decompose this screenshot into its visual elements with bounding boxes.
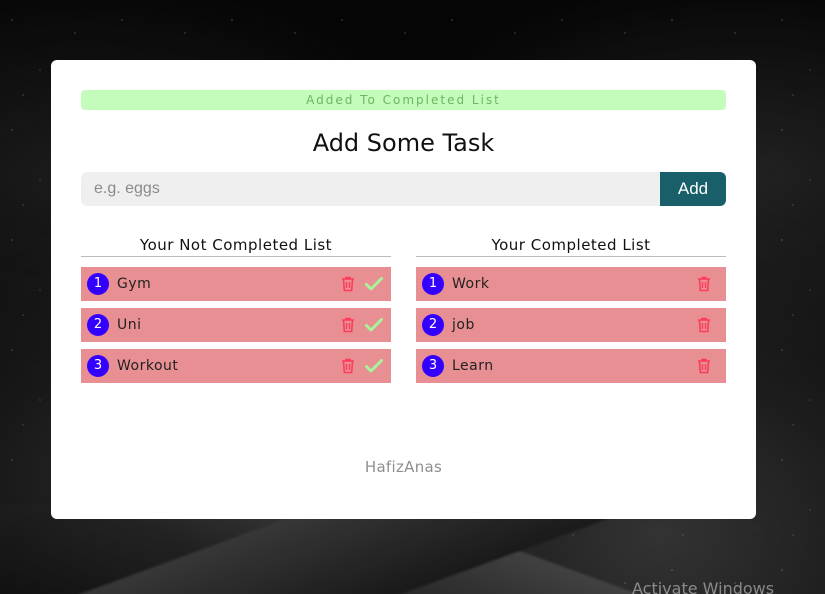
check-icon[interactable] xyxy=(363,355,385,377)
list-item: 1 Work xyxy=(416,267,726,301)
item-number-badge: 1 xyxy=(87,273,109,295)
check-icon[interactable] xyxy=(363,273,385,295)
item-label: Work xyxy=(452,276,490,292)
completed-list: Your Completed List 1 Work 2 job 3 Learn xyxy=(416,234,726,390)
add-task-form: Add xyxy=(81,172,726,206)
add-button[interactable]: Add xyxy=(660,172,726,206)
item-number-badge: 1 xyxy=(422,273,444,295)
check-icon[interactable] xyxy=(363,314,385,336)
page-title: Add Some Task xyxy=(312,129,495,157)
list-item: 3 Workout xyxy=(81,349,391,383)
item-number-badge: 2 xyxy=(422,314,444,336)
item-label: Uni xyxy=(117,317,142,333)
list-item: 3 Learn xyxy=(416,349,726,383)
completed-title: Your Completed List xyxy=(416,234,726,257)
trash-icon[interactable] xyxy=(693,355,715,377)
status-alert: Added To Completed List xyxy=(81,90,726,110)
task-input[interactable] xyxy=(81,172,660,206)
trash-icon[interactable] xyxy=(337,355,359,377)
lists-container: Your Not Completed List 1 Gym 2 Uni 3 Wo… xyxy=(81,234,726,390)
item-number-badge: 3 xyxy=(87,355,109,377)
list-item: 2 Uni xyxy=(81,308,391,342)
item-label: job xyxy=(452,317,475,333)
list-item: 1 Gym xyxy=(81,267,391,301)
item-label: Workout xyxy=(117,358,179,374)
todo-card: Added To Completed List Add Some Task Ad… xyxy=(51,60,756,519)
activate-windows-watermark: Activate Windows xyxy=(632,579,775,594)
trash-icon[interactable] xyxy=(337,273,359,295)
item-label: Gym xyxy=(117,276,152,292)
item-number-badge: 2 xyxy=(87,314,109,336)
not-completed-list: Your Not Completed List 1 Gym 2 Uni 3 Wo… xyxy=(81,234,391,390)
item-number-badge: 3 xyxy=(422,355,444,377)
trash-icon[interactable] xyxy=(693,314,715,336)
trash-icon[interactable] xyxy=(337,314,359,336)
not-completed-title: Your Not Completed List xyxy=(81,234,391,257)
trash-icon[interactable] xyxy=(693,273,715,295)
item-label: Learn xyxy=(452,358,494,374)
list-item: 2 job xyxy=(416,308,726,342)
footer-author: HafizAnas xyxy=(364,458,443,476)
